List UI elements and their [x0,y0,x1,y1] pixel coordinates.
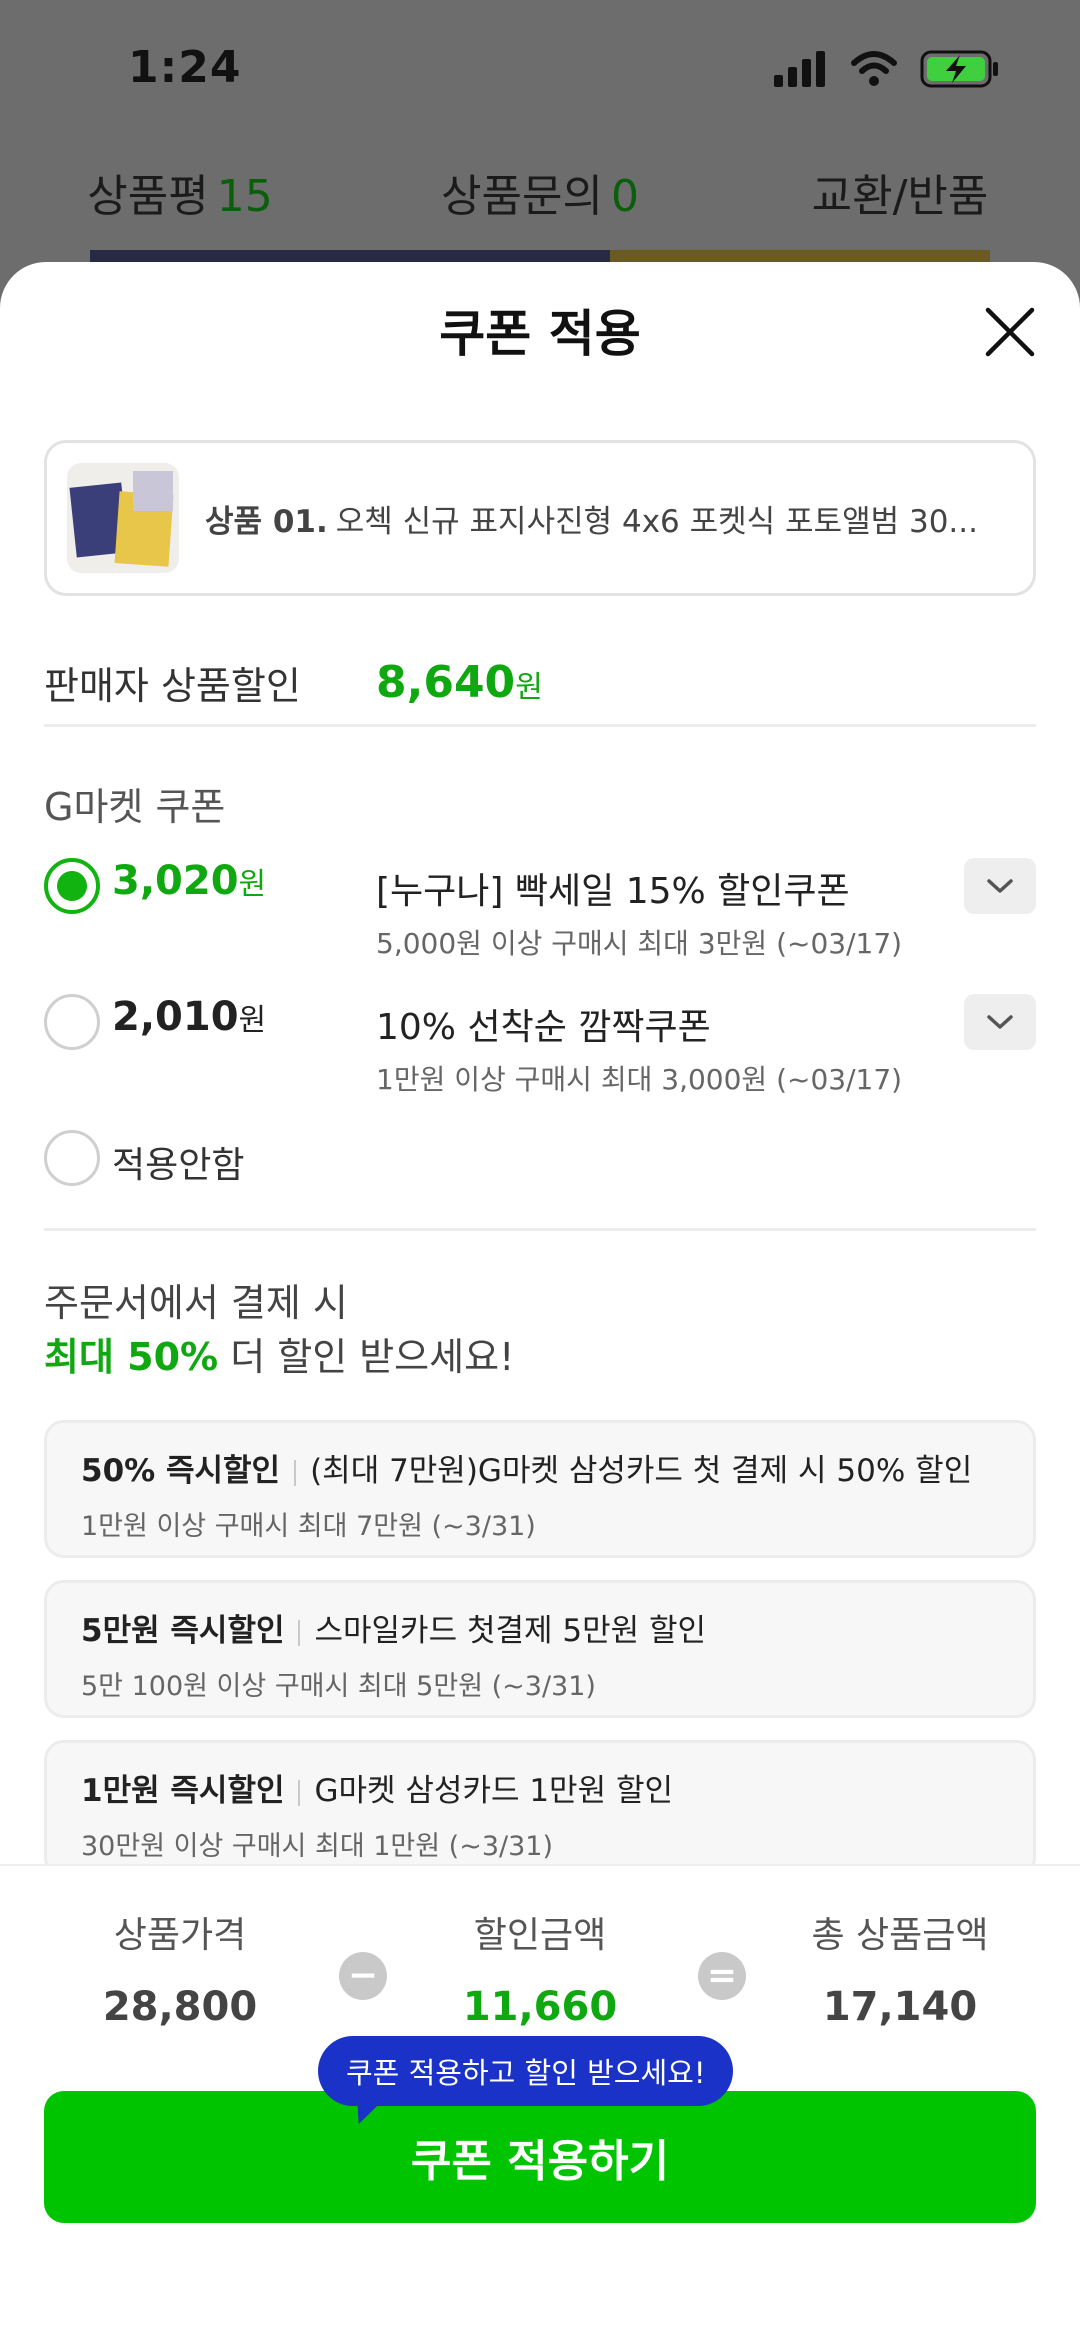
seller-discount-unit: 원 [515,669,543,705]
card-promo-title: 50% 즉시할인 [81,1453,281,1489]
coupon-condition: 5,000원 이상 구매시 최대 3만원 (~03/17) [376,927,903,960]
promo-highlight: 최대 50% [44,1335,219,1379]
coupon-amount-unit: 원 [238,1003,267,1038]
product-thumbnail [67,463,179,573]
coupon-radio-selected[interactable] [44,858,100,914]
coupon-amount: 3,020원 [112,858,266,904]
tab-questions-count: 0 [610,171,639,222]
card-promo-desc: (최대 7만원)G마켓 삼성카드 첫 결제 시 50% 할인 [310,1453,973,1489]
discount-column: 할인금액 11,660 [390,1906,690,2030]
tab-reviews-count: 15 [216,171,273,222]
price-label: 상품가격 [113,1915,247,1956]
card-promo-title: 1만원 즉시할인 [81,1773,285,1809]
card-promo-condition: 1만원 이상 구매시 최대 7만원 (~3/31) [81,1511,536,1542]
sheet-title: 쿠폰 적용 [439,305,641,363]
coupon-name: [누구나] 빡세일 15% 할인쿠폰 [376,871,850,912]
separator [294,1459,297,1486]
chevron-down-icon [987,879,1013,893]
tab-returns: 교환/반품 [720,160,1080,224]
close-icon[interactable] [978,300,1042,364]
coupon-amount: 2,010원 [112,994,266,1040]
card-promo-line: 1만원 즉시할인 G마켓 삼성카드 1만원 할인 [81,1765,999,1810]
divider [44,1228,1036,1231]
coupon-expand-button[interactable] [964,994,1036,1050]
card-promo-item: 50% 즉시할인 (최대 7만원)G마켓 삼성카드 첫 결제 시 50% 할인 1… [44,1420,1036,1558]
promo-title: 주문서에서 결제 시 [44,1281,348,1325]
coupon-radio-none[interactable] [44,1130,100,1186]
tab-returns-label: 교환/반품 [811,171,989,222]
coupon-condition: 1만원 이상 구매시 최대 3,000원 (~03/17) [376,1063,903,1096]
separator [298,1779,301,1806]
tab-reviews-label: 상품평 [87,171,209,222]
card-promo-title: 5만원 즉시할인 [81,1613,285,1649]
promo-subtitle-rest: 더 할인 받으세요! [218,1335,515,1379]
coupon-amount-unit: 원 [238,867,267,902]
coupon-name: 10% 선착순 깜짝쿠폰 [376,1007,711,1048]
coupon-expand-button[interactable] [964,858,1036,914]
coupon-option-none[interactable]: 적용안함 [44,1130,1036,1240]
wifi-icon [851,51,897,86]
price-value: 28,800 [102,1984,258,2030]
price-column: 상품가격 28,800 [30,1906,330,2030]
card-promo-desc: 스마일카드 첫결제 5만원 할인 [314,1613,707,1649]
minus-icon: − [339,1952,387,2000]
status-bar: 1:24 [0,0,1080,140]
apply-coupon-button[interactable]: 쿠폰 적용하기 [44,2091,1036,2223]
price-summary-panel: 상품가격 28,800 − 할인금액 11,660 = 총 상품금액 17,14… [0,1864,1080,2337]
card-promo-item: 5만원 즉시할인 스마일카드 첫결제 5만원 할인 5만 100원 이상 구매시 … [44,1580,1036,1718]
promo-subtitle: 최대 50% 더 할인 받으세요! [44,1326,514,1381]
gmarket-coupon-title: G마켓 쿠폰 [44,785,226,829]
tab-questions-label: 상품문의 [441,171,603,222]
card-promo-line: 50% 즉시할인 (최대 7만원)G마켓 삼성카드 첫 결제 시 50% 할인 [81,1445,999,1490]
separator [298,1619,301,1646]
product-summary: 상품 01. 오첵 신규 표지사진형 4x6 포켓식 포토앨범 30... [44,440,1036,596]
product-text: 상품 01. 오첵 신규 표지사진형 4x6 포켓식 포토앨범 30... [205,496,978,541]
background-tabs: 상품평 15 상품문의 0 교환/반품 [0,160,1080,224]
divider [44,724,1036,727]
seller-discount-value: 8,640 [376,656,516,708]
discount-label: 할인금액 [473,1915,607,1956]
total-column: 총 상품금액 17,140 [750,1906,1050,2030]
total-value: 17,140 [822,1984,978,2030]
coupon-amount-value: 2,010 [112,994,239,1040]
status-time: 1:24 [128,42,242,93]
seller-discount-amount: 8,640원 [376,657,543,708]
card-promo-line: 5만원 즉시할인 스마일카드 첫결제 5만원 할인 [81,1605,999,1650]
product-prefix: 상품 01. [205,503,328,540]
coupon-option[interactable]: 2,010원 10% 선착순 깜짝쿠폰 1만원 이상 구매시 최대 3,000원… [44,994,1036,1104]
card-promo-item: 1만원 즉시할인 G마켓 삼성카드 1만원 할인 30만원 이상 구매시 최대 1… [44,1740,1036,1878]
background-page: 1:24 상품평 15 상품문의 0 교환/반품 [0,0,1080,310]
product-name: 오첵 신규 표지사진형 4x6 포켓식 포토앨범 30... [335,503,978,540]
coupon-amount-value: 3,020 [112,858,239,904]
total-label: 총 상품금액 [811,1915,989,1956]
tab-questions: 상품문의 0 [360,160,720,224]
status-icons [772,50,1000,88]
seller-discount-label: 판매자 상품할인 [44,663,301,708]
equals-icon: = [698,1952,746,2000]
battery-charging-icon [920,50,998,88]
coupon-option[interactable]: 3,020원 [누구나] 빡세일 15% 할인쿠폰 5,000원 이상 구매시 … [44,858,1036,968]
card-promo-desc: G마켓 삼성카드 1만원 할인 [314,1773,673,1809]
tab-reviews: 상품평 15 [0,160,360,224]
chevron-down-icon [987,1015,1013,1029]
no-coupon-label: 적용안함 [112,1145,245,1186]
discount-value: 11,660 [462,1984,618,2030]
apply-tooltip: 쿠폰 적용하고 할인 받으세요! [318,2036,734,2106]
coupon-sheet: 쿠폰 적용 상품 01. 오첵 신규 표지사진형 4x6 포켓식 포토앨범 30.… [0,262,1080,2337]
coupon-radio[interactable] [44,994,100,1050]
signal-icon [774,51,825,87]
card-promo-condition: 30만원 이상 구매시 최대 1만원 (~3/31) [81,1831,554,1862]
card-promo-condition: 5만 100원 이상 구매시 최대 5만원 (~3/31) [81,1671,596,1702]
seller-discount-row: 판매자 상품할인 8,640원 [44,642,1036,722]
